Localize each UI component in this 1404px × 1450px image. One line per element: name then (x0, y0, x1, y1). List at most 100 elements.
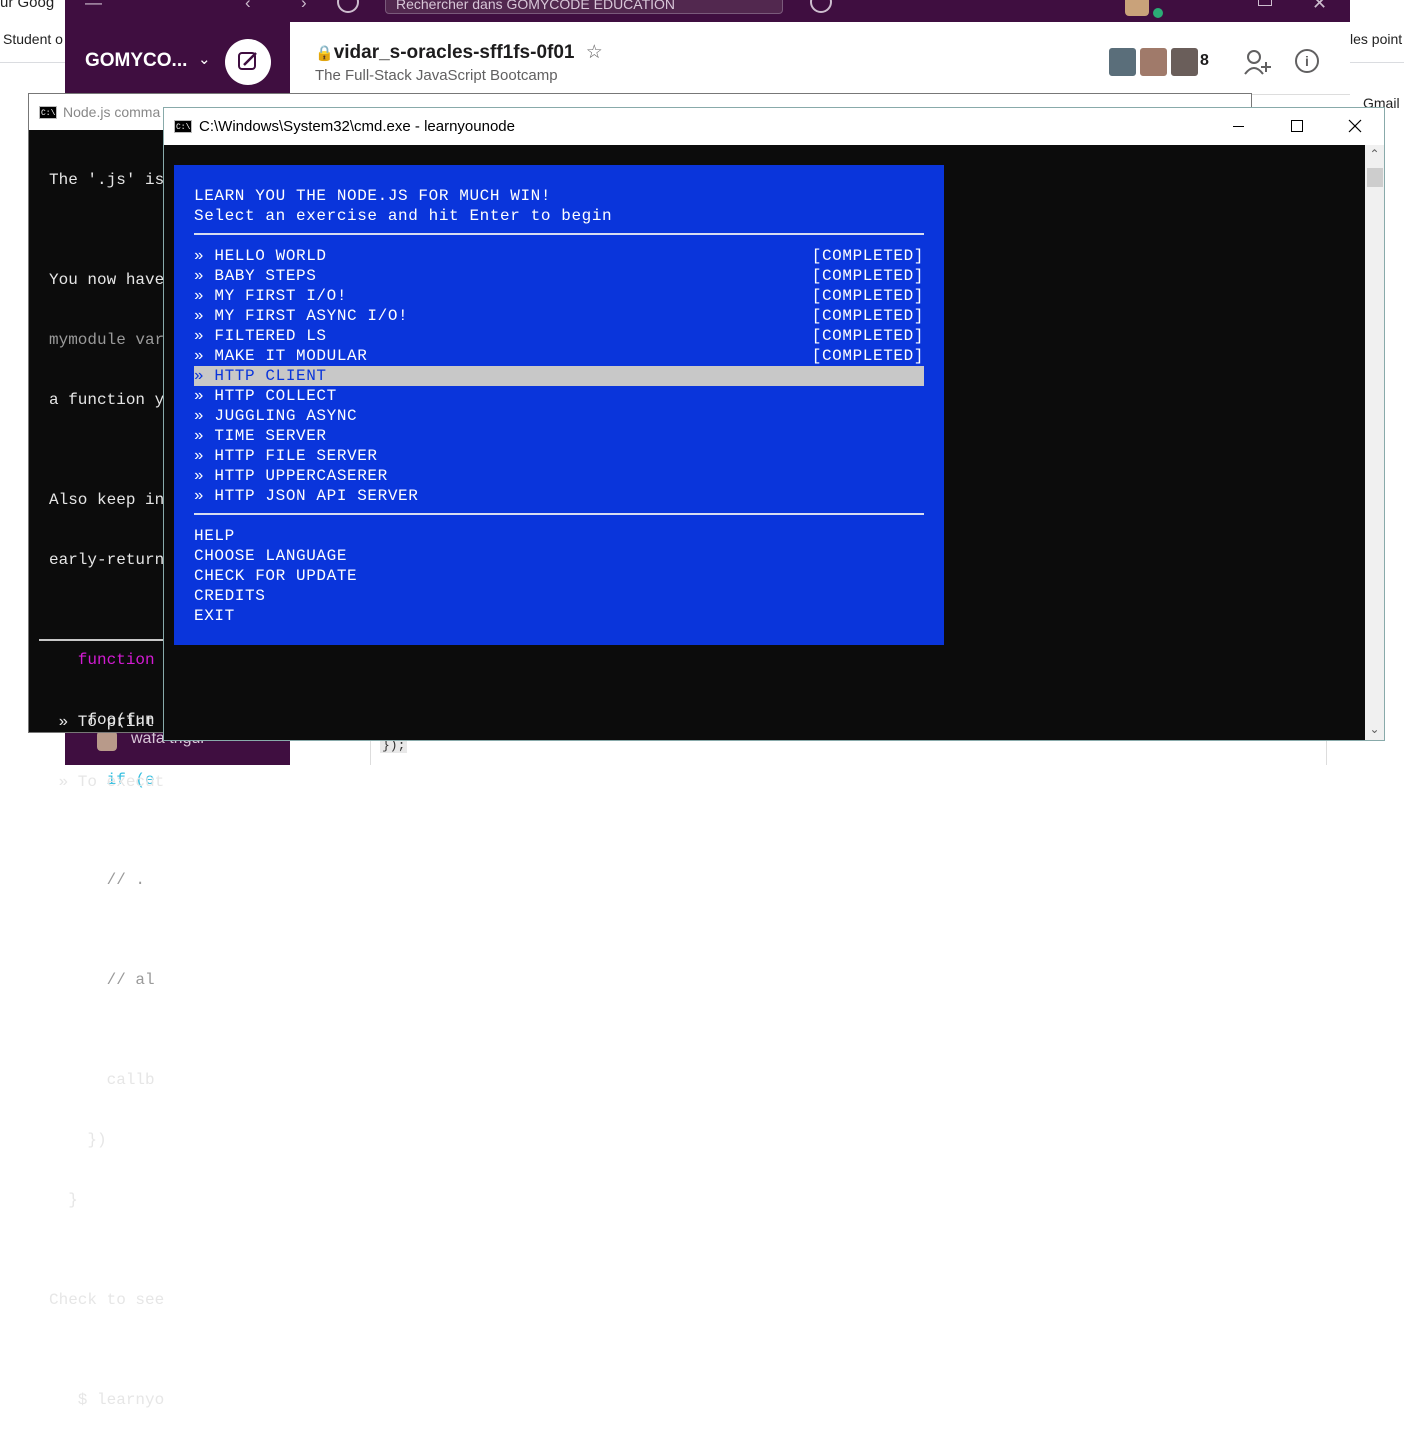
exercise-item[interactable]: » HTTP FILE SERVER (194, 446, 924, 466)
exercise-item[interactable]: » BABY STEPS [COMPLETED] (194, 266, 924, 286)
forward-arrow-icon[interactable]: › (301, 0, 307, 11)
bookmark-student[interactable]: Student o (3, 31, 63, 47)
close-icon (1348, 119, 1362, 133)
scrollbar[interactable] (1365, 145, 1384, 740)
exercise-label: » HTTP UPPERCASERER (194, 467, 388, 485)
console-line: mymodule var (49, 331, 165, 349)
help-icon[interactable] (810, 0, 832, 13)
menu-icon[interactable]: — (85, 0, 102, 11)
exercise-item[interactable]: » HELLO WORLD [COMPLETED] (194, 246, 924, 266)
console-line: Also keep in (49, 491, 165, 509)
history-icon[interactable] (337, 0, 359, 13)
bookmark-points[interactable]: les point (1350, 31, 1402, 47)
member-avatar (1170, 47, 1199, 77)
exercise-item[interactable]: » FILTERED LS [COMPLETED] (194, 326, 924, 346)
menu-option-credits[interactable]: CREDITS (194, 586, 924, 606)
exercise-item[interactable]: » MY FIRST I/O! [COMPLETED] (194, 286, 924, 306)
compose-button[interactable] (225, 39, 271, 85)
cmd-icon: C:\ (39, 106, 57, 119)
console-line: The '.js' is (49, 171, 165, 189)
close-icon[interactable]: ✕ (1312, 0, 1327, 12)
exercise-label: » HTTP JSON API SERVER (194, 487, 419, 505)
channel-topic[interactable]: The Full-Stack JavaScript Bootcamp (315, 67, 558, 84)
exercise-status: [COMPLETED] (811, 327, 924, 345)
console-line: a function y (49, 391, 165, 409)
learnyounode-menu: LEARN YOU THE NODE.JS FOR MUCH WIN! Sele… (174, 165, 944, 645)
exercise-item[interactable]: » HTTP COLLECT (194, 386, 924, 406)
cmd-window[interactable]: C:\ C:\Windows\System32\cmd.exe - learny… (163, 107, 1385, 741)
console-divider (39, 639, 179, 641)
member-count[interactable]: 8 (1200, 52, 1209, 70)
menu-option-help[interactable]: HELP (194, 526, 924, 546)
lock-icon: 🔒 (315, 45, 334, 62)
console-line: // . (49, 871, 146, 889)
minimize-icon (1233, 126, 1244, 127)
exercise-label: » MAKE IT MODULAR (194, 347, 368, 365)
chevron-down-icon[interactable]: ⌄ (198, 50, 211, 68)
exercise-item-selected[interactable]: » HTTP CLIENT (194, 366, 924, 386)
scrollbar-thumb[interactable] (1367, 168, 1383, 187)
exercise-item[interactable]: » JUGGLING ASYNC (194, 406, 924, 426)
exercise-label: » MY FIRST ASYNC I/O! (194, 307, 409, 325)
console-line: Check to see (49, 1291, 165, 1309)
exercise-status: [COMPLETED] (811, 307, 924, 325)
cmd-icon: C:\ (174, 120, 192, 133)
add-member-icon[interactable] (1243, 48, 1273, 81)
menu-divider (194, 513, 924, 515)
member-avatar (1108, 47, 1137, 77)
back-arrow-icon[interactable]: ‹ (245, 0, 251, 11)
exercise-label: » TIME SERVER (194, 427, 327, 445)
exercise-status: [COMPLETED] (811, 347, 924, 365)
star-icon[interactable]: ☆ (586, 42, 603, 63)
info-icon[interactable]: i (1295, 49, 1319, 73)
exercise-status: [COMPLETED] (811, 287, 924, 305)
menu-option-check-update[interactable]: CHECK FOR UPDATE (194, 566, 924, 586)
exercise-item[interactable]: » MY FIRST ASYNC I/O! [COMPLETED] (194, 306, 924, 326)
cmd-window-title: C:\Windows\System32\cmd.exe - learnyouno… (199, 118, 515, 135)
exercise-label: » MY FIRST I/O! (194, 287, 348, 305)
compose-icon (238, 52, 257, 70)
exercise-label: » FILTERED LS (194, 327, 327, 345)
back-window-title: Node.js comma (63, 104, 161, 120)
menu-divider (194, 233, 924, 235)
member-avatar (1139, 47, 1168, 77)
online-status-icon (1151, 6, 1165, 20)
maximize-button[interactable] (1267, 108, 1325, 145)
menu-option-choose-language[interactable]: CHOOSE LANGUAGE (194, 546, 924, 566)
user-avatar[interactable] (1125, 0, 1149, 16)
exercise-label: » JUGGLING ASYNC (194, 407, 358, 425)
exercise-status: [COMPLETED] (811, 267, 924, 285)
close-button[interactable] (1326, 108, 1384, 145)
exercise-label: » HELLO WORLD (194, 247, 327, 265)
console-line: You now have (49, 271, 165, 289)
console-line: function (49, 651, 155, 669)
exercise-item[interactable]: » MAKE IT MODULAR [COMPLETED] (194, 346, 924, 366)
restore-icon[interactable] (1258, 0, 1272, 6)
console-line: } (49, 1191, 78, 1209)
scroll-down-icon[interactable]: ⌄ (1365, 720, 1384, 739)
exercise-label: » HTTP CLIENT (194, 367, 327, 385)
cmd-titlebar[interactable]: C:\ C:\Windows\System32\cmd.exe - learny… (164, 108, 1384, 145)
member-avatars[interactable] (1108, 47, 1201, 82)
exercise-status: [COMPLETED] (811, 247, 924, 265)
console-line: }) (49, 1131, 107, 1149)
console-line: // al (49, 971, 155, 989)
channel-name[interactable]: 🔒vidar_s-oracles-sff1fs-0f01 ☆ (315, 41, 603, 64)
exercise-item[interactable]: » HTTP JSON API SERVER (194, 486, 924, 506)
menu-option-exit[interactable]: EXIT (194, 606, 924, 626)
maximize-icon (1291, 120, 1303, 132)
exercise-label: » HTTP COLLECT (194, 387, 337, 405)
back-window-footer: » To print » To execut (49, 672, 165, 832)
slack-search-input[interactable]: Rechercher dans GOMYCODE EDUCATION (385, 0, 783, 14)
console-line: callb (49, 1071, 155, 1089)
exercise-label: » HTTP FILE SERVER (194, 447, 378, 465)
scroll-up-icon[interactable]: ⌃ (1365, 145, 1384, 164)
console-line: » To print (49, 713, 155, 731)
exercise-item[interactable]: » HTTP UPPERCASERER (194, 466, 924, 486)
browser-tab-label[interactable]: ur Goog (0, 0, 54, 11)
console-line: $ learnyo (49, 1391, 165, 1409)
minimize-button[interactable] (1209, 108, 1267, 145)
workspace-name[interactable]: GOMYCO... (85, 50, 187, 72)
exercise-label: » BABY STEPS (194, 267, 317, 285)
exercise-item[interactable]: » TIME SERVER (194, 426, 924, 446)
